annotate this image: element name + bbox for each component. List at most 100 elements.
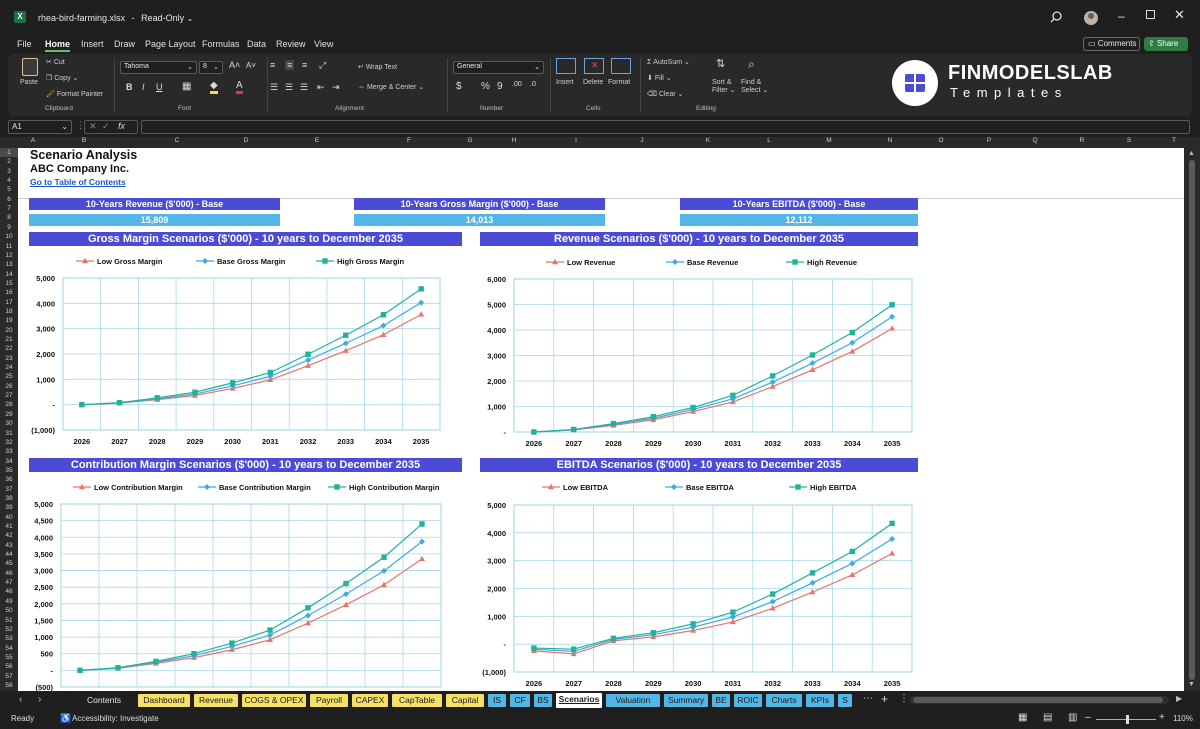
restore-icon[interactable] [1146,10,1155,19]
row-header[interactable]: 10 [0,232,18,241]
row-header[interactable]: 55 [0,653,18,662]
close-icon[interactable]: ✕ [1174,7,1185,23]
row-header[interactable]: 25 [0,372,18,381]
column-header[interactable]: A [18,137,48,144]
column-header[interactable]: C [120,137,234,144]
normal-view-icon[interactable]: ▦ [1018,712,1027,723]
align-left-icon[interactable]: ☰ [270,82,278,93]
row-header[interactable]: 4 [0,176,18,185]
format-painter-button[interactable]: 🖌 Format Painter [46,90,103,98]
tab-dashboard[interactable]: Dashboard [138,694,190,707]
row-header[interactable]: 32 [0,438,18,447]
tab-is[interactable]: IS [488,694,506,707]
row-header[interactable]: 30 [0,419,18,428]
tab-contents[interactable]: Contents [74,694,134,707]
cancel-icon[interactable]: ✕ [89,121,97,132]
wrap-text-button[interactable]: ↵ Wrap Text [358,63,397,71]
row-header[interactable]: 23 [0,354,18,363]
tab-capital[interactable]: Capital [446,694,484,707]
worksheet[interactable]: Scenario Analysis ABC Company Inc. Go to… [18,148,1184,691]
row-header[interactable]: 45 [0,559,18,568]
row-header[interactable]: 19 [0,316,18,325]
menu-data[interactable]: Data [247,39,266,49]
row-header[interactable]: 35 [0,466,18,475]
row-header[interactable]: 14 [0,270,18,279]
align-bottom-icon[interactable]: ≡ [302,60,307,70]
tab-next-icon[interactable]: › [38,694,41,705]
row-header[interactable]: 52 [0,625,18,634]
align-middle-icon[interactable]: ≡ [285,60,295,70]
sort-filter-icon[interactable]: ⇅ [716,57,725,70]
find-select-button[interactable]: Find & Select ⌄ [741,79,768,94]
tab-valuation[interactable]: Valuation [606,694,660,707]
tab-options-icon[interactable]: ⋮ [899,693,909,704]
row-header[interactable]: 9 [0,223,18,232]
decrease-decimal-icon[interactable]: .0 [530,81,536,88]
column-header[interactable]: N [874,137,906,144]
row-header[interactable]: 50 [0,606,18,615]
row-header[interactable]: 44 [0,550,18,559]
row-header[interactable]: 33 [0,447,18,456]
menu-insert[interactable]: Insert [81,39,104,49]
font-name-select[interactable]: Tahoma ⌄ [120,61,197,74]
row-header[interactable]: 49 [0,597,18,606]
tab-cf[interactable]: CF [510,694,530,707]
row-header[interactable]: 48 [0,587,18,596]
format-button[interactable]: Format [608,79,630,86]
row-header[interactable]: 51 [0,616,18,625]
merge-center-button[interactable]: ⇔ Merge & Center ⌄ [358,83,424,91]
tab-prev-icon[interactable]: ‹ [19,694,22,705]
row-header[interactable]: 6 [0,195,18,204]
tab-summary[interactable]: Summary [664,694,708,707]
tab-kpis[interactable]: KPIs [806,694,834,707]
chevron-down-icon[interactable]: ⌄ [187,14,194,23]
column-header[interactable]: P [976,137,1002,144]
tab-payroll[interactable]: Payroll [310,694,348,707]
scroll-thumb[interactable] [1189,160,1195,680]
tab-scenarios[interactable]: Scenarios [556,693,602,708]
fx-icon[interactable]: fx [118,121,125,131]
row-header[interactable]: 8 [0,213,18,222]
row-header[interactable]: 21 [0,335,18,344]
row-header[interactable]: 28 [0,400,18,409]
borders-icon[interactable]: ▦ [182,81,191,92]
number-format-select[interactable]: General ⌄ [453,61,544,74]
insert-cells-icon[interactable] [556,58,576,74]
column-header[interactable]: Q [1002,137,1068,144]
menu-formulas[interactable]: Formulas [202,39,240,49]
column-header[interactable]: H [498,137,530,144]
copy-button[interactable]: ❐ Copy ⌄ [46,74,78,82]
minimize-icon[interactable]: – [1118,9,1125,23]
row-header[interactable]: 20 [0,326,18,335]
more-tabs-icon[interactable]: ⋯ [863,693,873,704]
menu-draw[interactable]: Draw [114,39,135,49]
paste-button[interactable]: Paste [16,58,44,98]
row-header[interactable]: 56 [0,662,18,671]
column-header[interactable]: R [1068,137,1096,144]
column-header[interactable]: O [906,137,976,144]
align-top-icon[interactable]: ≡ [270,60,275,70]
row-header[interactable]: 47 [0,578,18,587]
row-header[interactable]: 7 [0,204,18,213]
fill-button[interactable]: ⬇ Fill ⌄ [647,74,672,82]
vertical-scrollbar[interactable]: ▲ ▼ [1184,148,1200,691]
row-header[interactable]: 18 [0,307,18,316]
font-color-icon[interactable]: A [236,80,243,94]
row-header[interactable]: 46 [0,569,18,578]
tab-captable[interactable]: CapTable [392,694,442,707]
row-header[interactable]: 2 [0,157,18,166]
row-header[interactable]: 37 [0,485,18,494]
row-header[interactable]: 1 [0,148,18,158]
name-box[interactable]: A1 ⌄ [8,120,72,134]
row-header[interactable]: 57 [0,672,18,681]
underline-icon[interactable]: U [156,82,163,92]
row-header[interactable]: 29 [0,410,18,419]
zoom-out-icon[interactable]: – [1085,712,1091,723]
find-icon[interactable]: ⌕ [748,57,755,72]
tab-capex[interactable]: CAPEX [352,694,388,707]
font-size-select[interactable]: 8 ⌄ [199,61,223,74]
increase-decimal-icon[interactable]: .00 [512,81,522,88]
zoom-in-icon[interactable]: + [1159,712,1165,723]
row-header[interactable]: 26 [0,382,18,391]
avatar[interactable] [1084,11,1098,25]
